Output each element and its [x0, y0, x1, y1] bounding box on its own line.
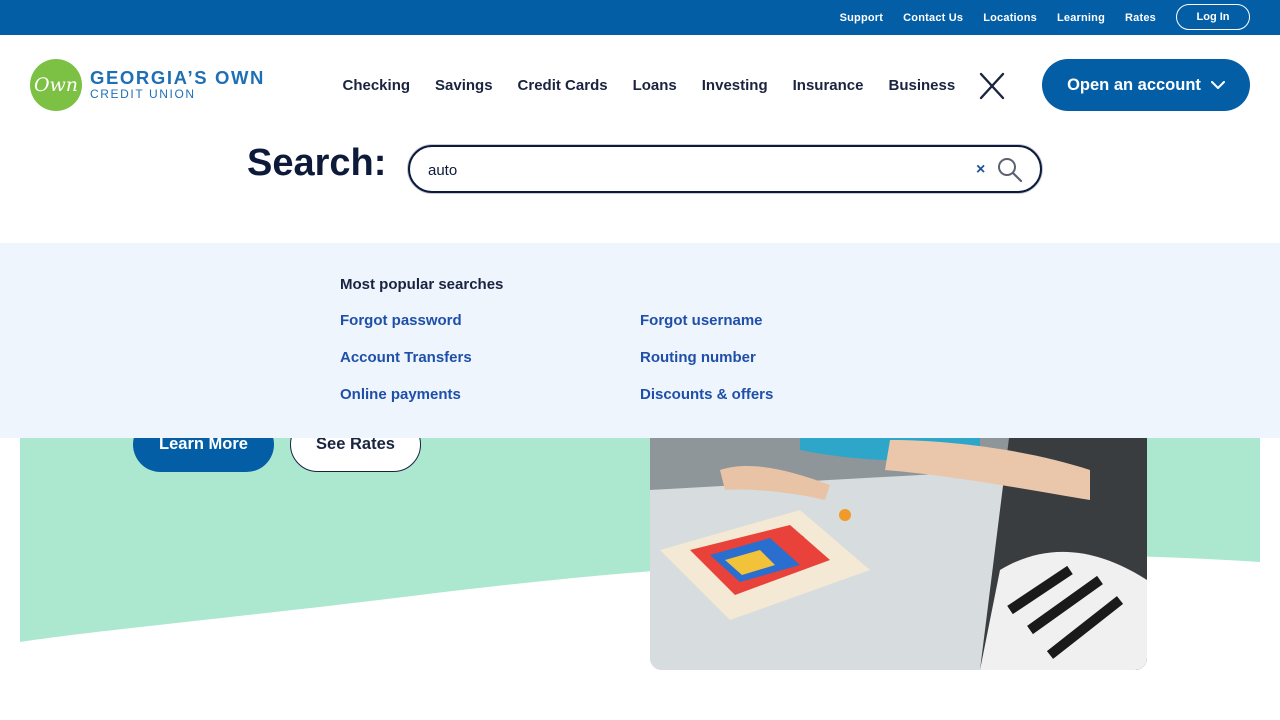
- page: Support Contact Us Locations Learning Ra…: [0, 0, 1280, 720]
- popular-link-forgot-username[interactable]: Forgot username: [640, 312, 763, 329]
- popular-searches-panel: Most popular searches Forgot password Ac…: [0, 243, 1280, 438]
- popular-link-online-payments[interactable]: Online payments: [340, 386, 461, 403]
- popular-link-discounts-offers[interactable]: Discounts & offers: [640, 386, 773, 403]
- popular-link-routing-number[interactable]: Routing number: [640, 349, 756, 366]
- popular-link-account-transfers[interactable]: Account Transfers: [340, 349, 472, 366]
- popular-searches-title: Most popular searches: [340, 276, 504, 293]
- popular-link-forgot-password[interactable]: Forgot password: [340, 312, 462, 329]
- hero-photo: [650, 430, 1147, 670]
- hero-image-board-game: [650, 430, 1147, 670]
